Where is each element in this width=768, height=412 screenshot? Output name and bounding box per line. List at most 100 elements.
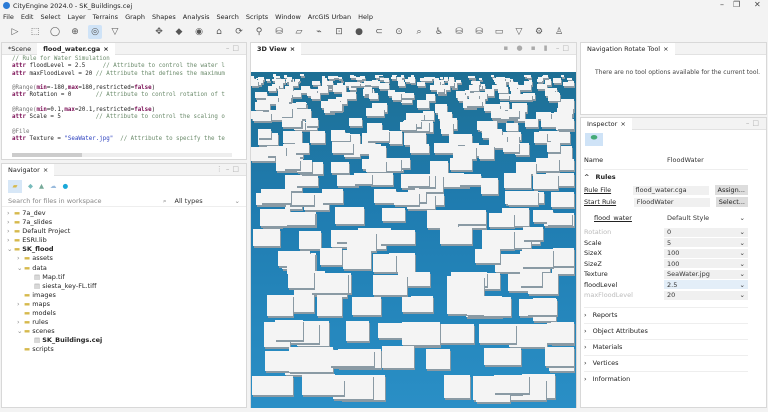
expand-icon[interactable]: › <box>7 227 14 236</box>
tree-item[interactable]: ⌄ ▬ data <box>7 264 241 273</box>
menu-arcgis-urban[interactable]: ArcGIS Urban <box>308 13 351 21</box>
expand-icon[interactable]: ⌄ <box>17 327 24 336</box>
menu-graph[interactable]: Graph <box>125 13 145 21</box>
tool-icon[interactable]: ⟳ <box>232 25 246 39</box>
tool-icon[interactable]: ⚲ <box>252 25 266 39</box>
rule-file-field[interactable]: flood_water.cga <box>632 185 709 195</box>
menu-scripts[interactable]: Scripts <box>246 13 268 21</box>
inspector-section-object-attributes[interactable]: › Object Attributes <box>584 323 748 337</box>
tree-item[interactable]: › ▬ rules <box>7 318 241 327</box>
home-icon[interactable]: ◆ <box>28 182 33 190</box>
tree-item[interactable]: ▬ scripts <box>7 345 241 354</box>
globe-icon[interactable]: ● <box>63 182 69 190</box>
tree-item[interactable]: ▬ models <box>7 309 241 318</box>
tool-icon[interactable]: ⊡ <box>332 25 346 39</box>
attribute-value-field[interactable]: 2.5 ⌄ <box>664 280 748 289</box>
close-button[interactable]: ✕ <box>754 0 761 9</box>
expand-icon[interactable]: › <box>17 318 24 327</box>
inspector-section-vertices[interactable]: › Vertices <box>584 355 748 369</box>
chevron-down-icon[interactable]: ⌄ <box>235 197 240 205</box>
tree-item[interactable]: ▬ images <box>7 291 241 300</box>
close-icon[interactable]: × <box>620 120 625 128</box>
zoom-icon[interactable]: ⊕ <box>68 25 82 39</box>
tab-navigation-rotate-tool[interactable]: Navigation Rotate Tool × <box>581 42 675 55</box>
rule-group-label[interactable]: flood_water <box>584 214 664 222</box>
close-icon[interactable]: × <box>103 45 108 53</box>
chevron-down-icon[interactable]: ⌄ <box>740 249 745 257</box>
expand-icon[interactable]: › <box>7 236 14 245</box>
tree-item[interactable]: ▤ SK_Buildings.cej <box>7 336 241 345</box>
style-select[interactable]: Default Style ⌄ <box>664 214 748 223</box>
tree-item[interactable]: ⌄ ▬ scenes <box>7 327 241 336</box>
view-icon[interactable]: ▽ <box>108 25 122 39</box>
attribute-value-field[interactable]: SeaWater.jpg ⌄ <box>664 269 748 279</box>
tool-icon[interactable]: ⌕ <box>412 25 426 39</box>
close-icon[interactable]: × <box>43 166 48 174</box>
code-editor[interactable]: // Rule for Water Simulation​attr floodL… <box>2 55 246 145</box>
view-controls[interactable]: ▪ ● ▪ ▮ –□ <box>504 44 572 52</box>
expand-icon[interactable]: › <box>7 218 14 227</box>
chevron-down-icon[interactable]: ⌄ <box>740 260 745 268</box>
tool-icon[interactable]: ⛁ <box>472 25 486 39</box>
menu-shapes[interactable]: Shapes <box>152 13 176 21</box>
tree-item[interactable]: ▤ Map.tif <box>7 273 241 282</box>
horizontal-scrollbar[interactable] <box>12 153 232 157</box>
shape-icon[interactable]: ⬬ <box>585 133 603 146</box>
inspector-section-reports[interactable]: › Reports <box>584 307 748 321</box>
tool-icon[interactable]: ▭ <box>492 25 506 39</box>
tree-item[interactable]: › ▬ Default Project <box>7 227 241 236</box>
inspector-section-materials[interactable]: › Materials <box>584 339 748 353</box>
tree-item[interactable]: ▤ siesta_key-FL.tiff <box>7 282 241 291</box>
rule-file-link[interactable]: Rule File <box>584 186 633 194</box>
attribute-value-field[interactable]: 5 ⌄ <box>664 238 748 247</box>
folder-icon[interactable]: ▰ <box>8 179 22 193</box>
expand-icon[interactable]: ⌄ <box>7 245 14 254</box>
rotate-icon[interactable]: ◎ <box>88 25 102 39</box>
tool-icon[interactable]: ▽ <box>512 25 526 39</box>
frame-icon[interactable]: ⬚ <box>28 25 42 39</box>
menu-help[interactable]: Help <box>358 13 373 21</box>
menu-select[interactable]: Select <box>40 13 60 21</box>
tool-icon[interactable]: ⛁ <box>272 25 286 39</box>
tab-3d-view[interactable]: 3D View × <box>251 42 302 55</box>
menu-file[interactable]: File <box>3 13 14 21</box>
attribute-value-field[interactable]: 100 ⌄ <box>664 248 748 258</box>
expand-icon[interactable]: › <box>17 300 24 309</box>
close-icon[interactable]: × <box>290 45 295 53</box>
menu-edit[interactable]: Edit <box>21 13 34 21</box>
tool-icon[interactable]: ⊙ <box>392 25 406 39</box>
scale-icon[interactable]: ◆ <box>172 25 186 39</box>
chevron-down-icon[interactable]: ⌄ <box>740 228 745 236</box>
menu-analysis[interactable]: Analysis <box>183 13 210 21</box>
assign-button[interactable]: Assign... <box>714 185 748 195</box>
tool-icon[interactable]: ▱ <box>292 25 306 39</box>
tree-item[interactable]: › ▬ 7a_slides <box>7 218 241 227</box>
tool-icon[interactable]: ⛁ <box>452 25 466 39</box>
panel-controls[interactable]: –□ <box>746 119 762 127</box>
panel-controls[interactable]: –□ <box>226 44 242 52</box>
target-icon[interactable]: ◉ <box>192 25 206 39</box>
name-field[interactable]: FloodWater <box>664 156 748 165</box>
attribute-value-field[interactable]: 0 ⌄ <box>664 227 748 237</box>
chevron-down-icon[interactable]: ⌄ <box>740 270 745 278</box>
tree-item[interactable]: › ▬ maps <box>7 300 241 309</box>
type-filter-select[interactable]: All types <box>175 197 235 205</box>
tool-icon[interactable]: ● <box>352 25 366 39</box>
tool-icon[interactable]: ♿ <box>432 25 446 39</box>
start-rule-link[interactable]: Start Rule <box>584 198 634 206</box>
minimize-button[interactable]: – <box>720 0 724 9</box>
inspector-section-information[interactable]: › Information <box>584 371 748 385</box>
panel-controls[interactable]: ⋮–□ <box>216 165 242 173</box>
select-icon[interactable]: ▷ <box>8 25 22 39</box>
attribute-value-field[interactable]: 100 ⌄ <box>664 259 748 268</box>
tree-item[interactable]: › ▬ ESRI.lib <box>7 236 241 245</box>
expand-icon[interactable]: ⌄ <box>17 264 24 273</box>
tab-scene[interactable]: *Scene <box>2 43 37 55</box>
tool-icon[interactable]: ♙ <box>552 25 566 39</box>
chevron-down-icon[interactable]: ⌄ <box>740 239 745 247</box>
chevron-down-icon[interactable]: ⌄ <box>740 291 745 299</box>
layers-icon[interactable]: ▲ <box>39 182 44 190</box>
attribute-value-field[interactable]: 20 ⌄ <box>664 290 748 300</box>
menu-search[interactable]: Search <box>217 13 239 21</box>
tab-inspector[interactable]: Inspector × <box>581 117 632 130</box>
